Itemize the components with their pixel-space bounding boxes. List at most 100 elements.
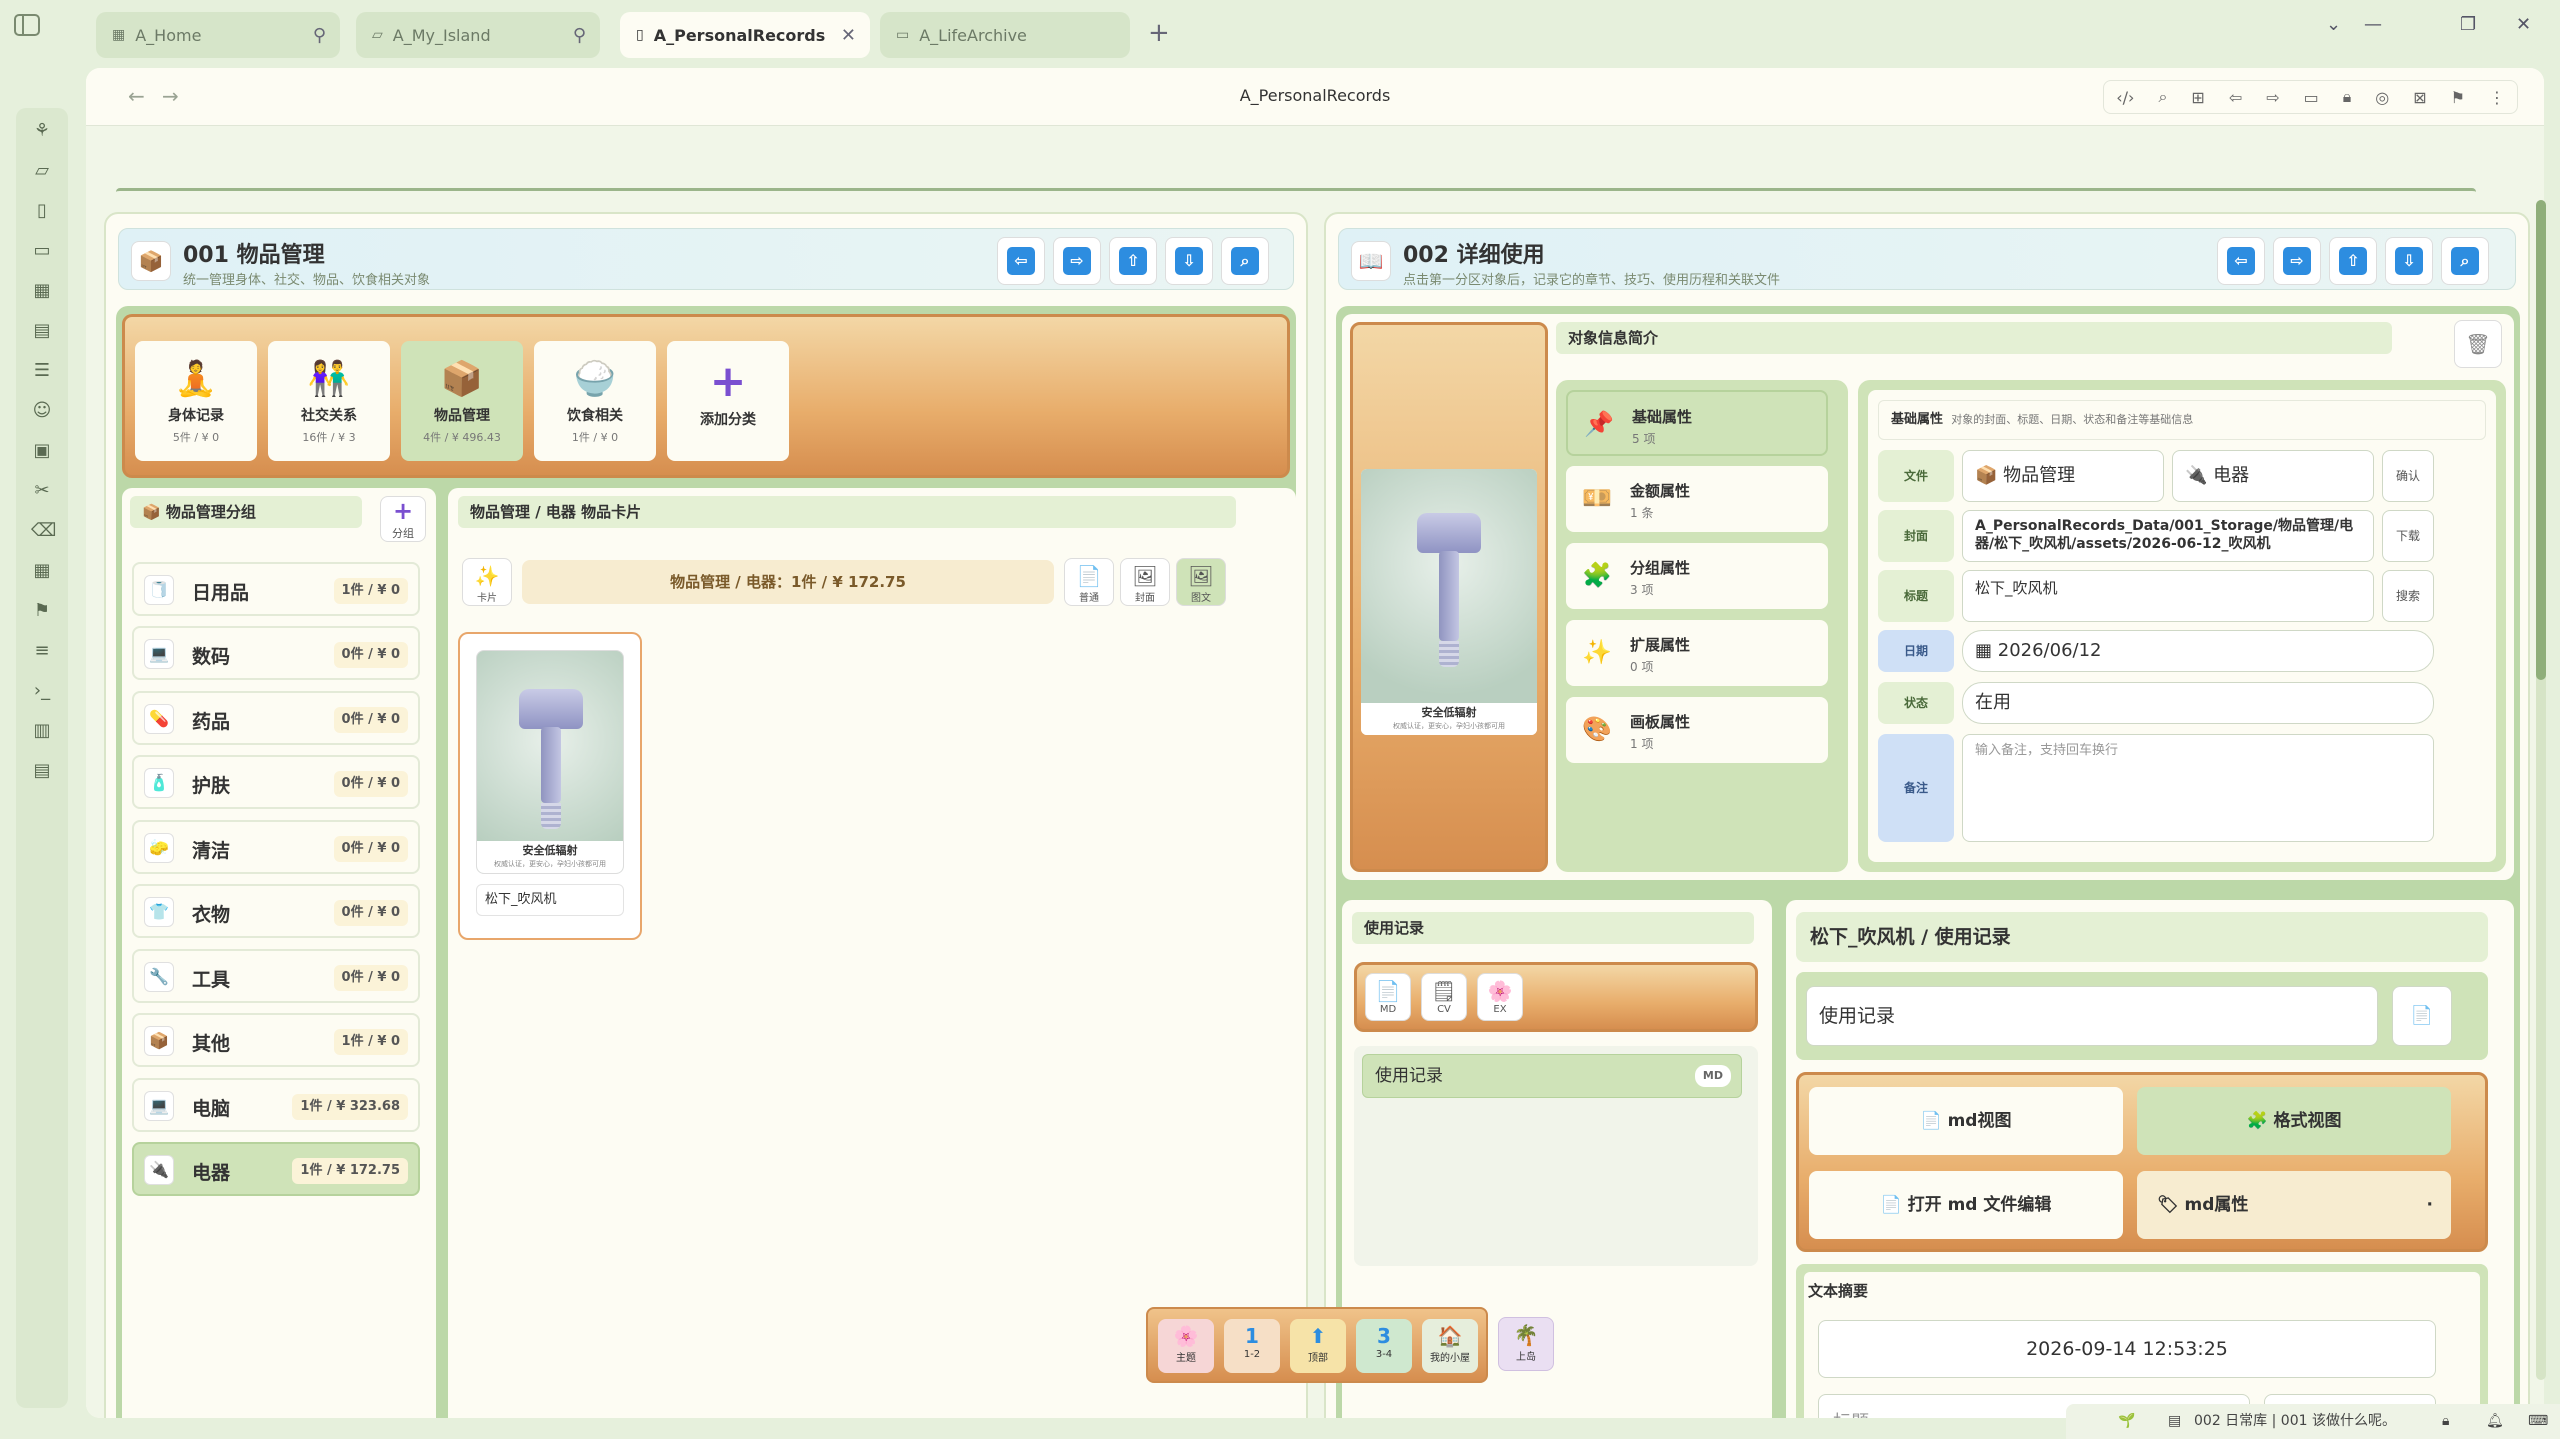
md-attr-button[interactable]: 🏷 md属性 ·: [2137, 1171, 2451, 1239]
category-items[interactable]: 📦 物品管理 4件 / ¥ 496.43: [401, 341, 523, 461]
md-view-button[interactable]: 📄 md视图: [1809, 1087, 2123, 1155]
bookmark-add-icon[interactable]: ⊞: [2191, 88, 2204, 107]
format-view-button[interactable]: 🧩 格式视图: [2137, 1087, 2451, 1155]
arrow-down-button[interactable]: ⇩: [2385, 237, 2433, 285]
pin-icon[interactable]: ⚲: [313, 25, 326, 46]
ex-button[interactable]: 🌸 EX: [1477, 973, 1523, 1021]
smile-icon[interactable]: ☺: [31, 400, 53, 422]
search-icon[interactable]: ⌕: [2158, 87, 2167, 107]
group-item[interactable]: 🧻 日用品 1件 / ¥ 0: [132, 562, 420, 616]
arrow-up-button[interactable]: ⇧: [2329, 237, 2377, 285]
attr-extended-button[interactable]: ✨ 扩展属性 0 项: [1566, 620, 1828, 686]
calendar-icon[interactable]: ▦: [31, 280, 53, 302]
island-button[interactable]: 🌴 上岛: [1498, 1317, 1554, 1371]
search-title-button[interactable]: 搜索: [2382, 570, 2434, 622]
pin-icon[interactable]: ⚲: [573, 25, 586, 46]
group-item[interactable]: 📦 其他 1件 / ¥ 0: [132, 1013, 420, 1067]
file-category-select[interactable]: 📦 物品管理: [1962, 450, 2164, 502]
top-button[interactable]: ⬆ 顶部: [1290, 1319, 1346, 1373]
arrow-up-button[interactable]: ⇧: [1109, 237, 1157, 285]
section-3-4-button[interactable]: 3 3-4: [1356, 1319, 1412, 1373]
lock-icon[interactable]: 🔒︎: [2343, 87, 2352, 107]
my-house-button[interactable]: 🏠 我的小屋: [1422, 1319, 1478, 1373]
tab-home[interactable]: ▦ A_Home ⚲: [96, 12, 340, 58]
tools-icon[interactable]: ✂: [31, 480, 53, 502]
archive-icon[interactable]: ▭: [31, 240, 53, 262]
arrow-left-button[interactable]: ⇦: [997, 237, 1045, 285]
trash-icon[interactable]: ⌫: [31, 520, 56, 542]
close-window-button[interactable]: ✕: [2516, 14, 2531, 35]
card-mode-button[interactable]: ✨ 卡片: [462, 558, 512, 606]
close-box-icon[interactable]: ⊠: [2413, 88, 2426, 107]
attr-canvas-button[interactable]: 🎨 画板属性 1 项: [1566, 697, 1828, 763]
plant-icon[interactable]: 🌱: [2118, 1404, 2135, 1439]
group-item[interactable]: 💻 数码 0件 / ¥ 0: [132, 626, 420, 680]
new-tab-button[interactable]: +: [1148, 18, 1170, 48]
arrow-right-button[interactable]: ⇨: [2273, 237, 2321, 285]
book-icon[interactable]: ▯: [31, 200, 53, 222]
group-item[interactable]: 💊 药品 0件 / ¥ 0: [132, 691, 420, 745]
image-icon[interactable]: ▣: [31, 440, 53, 462]
list-check-icon[interactable]: ☰: [31, 360, 53, 382]
tab-life-archive[interactable]: ▭ A_LifeArchive: [880, 12, 1130, 58]
terminal-icon[interactable]: ›_: [31, 680, 53, 702]
arrow-right-button[interactable]: ⇨: [1053, 237, 1101, 285]
code-icon[interactable]: ‹/›: [2116, 88, 2134, 107]
restore-button[interactable]: ❐: [2460, 14, 2476, 35]
item-card[interactable]: 安全低辐射 权威认证，更安心，孕妇小孩都可用 松下_吹风机: [458, 632, 642, 940]
download-button[interactable]: 下载: [2382, 510, 2434, 562]
screen-icon[interactable]: ▭: [2304, 88, 2319, 107]
cv-button[interactable]: 🗒 CV: [1421, 973, 1467, 1021]
group-item[interactable]: 🔧 工具 0件 / ¥ 0: [132, 949, 420, 1003]
status-field[interactable]: 在用: [1962, 682, 2434, 724]
add-category-button[interactable]: + 添加分类: [667, 341, 789, 461]
close-icon[interactable]: ✕: [841, 25, 856, 46]
prev-icon[interactable]: ⇦: [2229, 88, 2242, 107]
bell-icon[interactable]: 🔔︎: [2486, 1404, 2504, 1439]
add-group-button[interactable]: + 分组: [380, 496, 426, 542]
arrow-left-button[interactable]: ⇦: [2217, 237, 2265, 285]
category-social[interactable]: 👫 社交关系 16件 / ¥ 3: [268, 341, 390, 461]
group-item[interactable]: 🧴 护肤 0件 / ¥ 0: [132, 755, 420, 809]
next-icon[interactable]: ⇨: [2266, 88, 2279, 107]
more-options-icon[interactable]: ⋮: [2489, 88, 2505, 107]
palm-icon[interactable]: ⚘: [31, 120, 53, 142]
grid-icon[interactable]: ▦: [31, 560, 53, 582]
group-item[interactable]: 🧽 清洁 0件 / ¥ 0: [132, 820, 420, 874]
search-button[interactable]: ⌕: [2441, 237, 2489, 285]
note-textarea[interactable]: 输入备注，支持回车换行: [1962, 734, 2434, 842]
group-item[interactable]: 👕 衣物 0件 / ¥ 0: [132, 884, 420, 938]
view-cover-button[interactable]: 🖼 封面: [1120, 558, 1170, 606]
md-button[interactable]: 📄 MD: [1365, 973, 1411, 1021]
category-food[interactable]: 🍚 饮食相关 1件 / ¥ 0: [534, 341, 656, 461]
document-button[interactable]: 📄: [2392, 986, 2452, 1046]
trash-button[interactable]: 🗑: [2454, 320, 2502, 368]
layout-icon[interactable]: ▥: [31, 720, 53, 742]
tab-personal-records[interactable]: ▯ A_PersonalRecords ✕: [620, 12, 870, 58]
title-field[interactable]: 松下_吹风机: [1962, 570, 2374, 622]
search-button[interactable]: ⌕: [1221, 237, 1269, 285]
table-icon[interactable]: ▤: [31, 760, 53, 782]
timestamp-field[interactable]: 2026-09-14 12:53:25: [1818, 1320, 2436, 1378]
file-group-select[interactable]: 🔌 电器: [2172, 450, 2374, 502]
keyboard-icon[interactable]: ⌨: [2528, 1404, 2548, 1439]
detail-input[interactable]: 使用记录: [1806, 986, 2378, 1046]
usage-record-item[interactable]: 使用记录 MD: [1362, 1054, 1742, 1098]
group-item[interactable]: 🔌 电器 1件 / ¥ 172.75: [132, 1142, 420, 1196]
horizontal-scrollbar[interactable]: [116, 188, 2476, 196]
minimize-button[interactable]: —: [2364, 14, 2382, 35]
alarm-icon[interactable]: ◎: [2375, 88, 2389, 107]
bookmark-icon[interactable]: ⚑: [31, 600, 53, 622]
attr-group-button[interactable]: 🧩 分组属性 3 项: [1566, 543, 1828, 609]
bookmark-icon[interactable]: ⚑: [2451, 88, 2465, 107]
map-icon[interactable]: ▱: [31, 160, 53, 182]
attr-amount-button[interactable]: 💴 金额属性 1 条: [1566, 466, 1828, 532]
open-md-button[interactable]: 📄 打开 md 文件编辑: [1809, 1171, 2123, 1239]
dashboard-icon[interactable]: ▤: [31, 320, 53, 342]
category-body-records[interactable]: 🧘 身体记录 5件 / ¥ 0: [135, 341, 257, 461]
confirm-button[interactable]: 确认: [2382, 450, 2434, 502]
cover-path-field[interactable]: A_PersonalRecords_Data/001_Storage/物品管理/…: [1962, 510, 2374, 562]
view-normal-button[interactable]: 📄 普通: [1064, 558, 1114, 606]
date-field[interactable]: ▦ 2026/06/12: [1962, 630, 2434, 672]
scrollbar-thumb[interactable]: [2536, 200, 2546, 680]
